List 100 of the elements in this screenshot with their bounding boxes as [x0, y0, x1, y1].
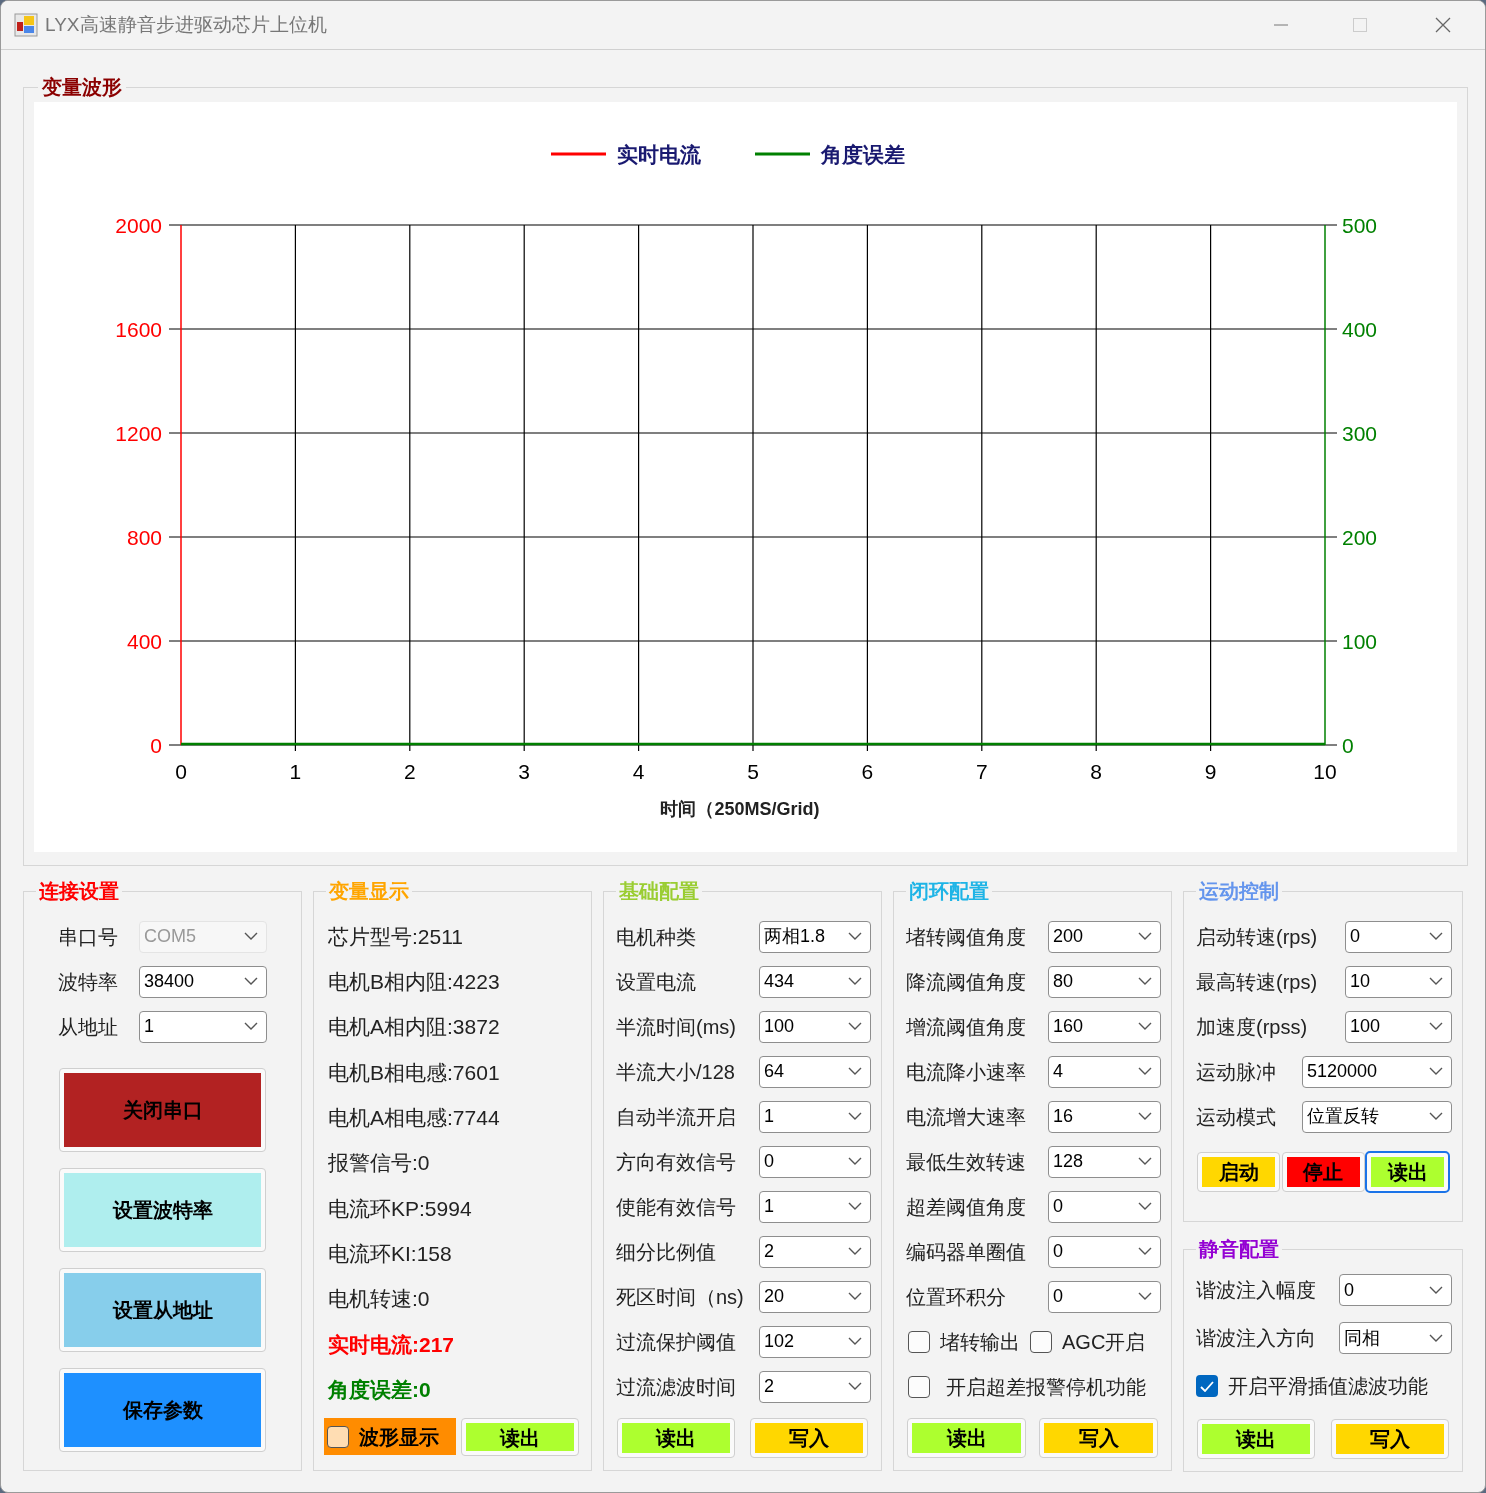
dropdown[interactable]: 102: [759, 1325, 871, 1358]
chevron-icon: [1138, 1022, 1152, 1031]
dropdown[interactable]: 1: [139, 1010, 267, 1043]
chevron-icon: [848, 1022, 862, 1031]
chevron-icon: [244, 932, 258, 941]
field-label: 编码器单圈值: [906, 1239, 1026, 1265]
group-title: 闭环配置: [908, 879, 990, 904]
dropdown[interactable]: 160: [1048, 1010, 1161, 1043]
chevron-icon: [1429, 1112, 1443, 1121]
checkbox[interactable]: [908, 1375, 930, 1398]
dropdown[interactable]: 0: [1339, 1274, 1452, 1306]
dropdown[interactable]: 128: [1048, 1145, 1161, 1178]
dropdown[interactable]: 4: [1048, 1055, 1161, 1088]
chevron-icon: [848, 977, 862, 986]
variable-reading: 电机A相内阻:3872: [328, 1014, 501, 1041]
variable-reading: 角度误差:0: [328, 1376, 432, 1403]
checkbox[interactable]: [327, 1425, 349, 1448]
variable-reading: 电机B相电感:7601: [328, 1059, 501, 1086]
button[interactable]: 写入: [1040, 1419, 1157, 1457]
axis-label: 9: [1204, 760, 1217, 783]
button[interactable]: 读出: [618, 1419, 734, 1457]
dropdown[interactable]: 16: [1048, 1100, 1161, 1133]
legend-swatch: [551, 152, 606, 156]
axis-label: 2: [403, 760, 416, 783]
field-label: 谐波注入幅度: [1196, 1278, 1316, 1303]
button[interactable]: 读出: [462, 1418, 578, 1455]
chevron-icon: [1138, 1247, 1152, 1256]
checkbox[interactable]: [1196, 1375, 1218, 1397]
checkbox[interactable]: [908, 1330, 930, 1353]
field-label: 细分比例值: [616, 1239, 716, 1265]
button[interactable]: 启动: [1198, 1153, 1279, 1191]
dropdown[interactable]: 0: [1345, 920, 1452, 953]
button[interactable]: 读出: [1367, 1153, 1448, 1191]
button[interactable]: 写入: [1332, 1420, 1448, 1458]
button[interactable]: 设置从地址: [60, 1269, 265, 1351]
dropdown[interactable]: 20: [759, 1280, 871, 1313]
field-label: 启动转速(rps): [1196, 924, 1318, 950]
button[interactable]: 设置波特率: [60, 1169, 265, 1251]
field-label: 半流大小/128: [616, 1059, 735, 1085]
group-title: 运动控制: [1198, 879, 1280, 904]
dropdown[interactable]: 0: [759, 1145, 871, 1178]
dropdown[interactable]: 5120000: [1302, 1055, 1452, 1088]
chevron-icon: [1138, 1202, 1152, 1211]
axis-label: 1: [289, 760, 302, 783]
chevron-icon: [244, 977, 258, 986]
maximize-icon: [1353, 18, 1367, 32]
dropdown[interactable]: 0: [1048, 1280, 1161, 1313]
dropdown[interactable]: 2: [759, 1235, 871, 1268]
button[interactable]: 读出: [1198, 1420, 1314, 1458]
checkbox-label: AGC开启: [1062, 1329, 1146, 1355]
field-label: 使能有效信号: [616, 1194, 736, 1220]
dropdown[interactable]: 200: [1048, 920, 1161, 953]
field-label: 电流降小速率: [906, 1059, 1026, 1085]
axis-label: 6: [861, 760, 874, 783]
dropdown[interactable]: 两相1.8: [759, 920, 871, 953]
button[interactable]: 停止: [1282, 1153, 1364, 1191]
dropdown[interactable]: 100: [1345, 1010, 1452, 1043]
toggle-panel[interactable]: 波形显示: [324, 1418, 456, 1456]
field-label: 位置环积分: [906, 1284, 1006, 1310]
axis-label: 500: [1342, 214, 1378, 237]
variable-reading: 芯片型号:2511: [328, 923, 464, 950]
dropdown[interactable]: 100: [759, 1010, 871, 1043]
checkbox[interactable]: [1030, 1330, 1052, 1353]
axis-label: 4: [632, 760, 645, 783]
axis-label: 7: [975, 760, 988, 783]
axis-label: 400: [126, 630, 162, 653]
dropdown[interactable]: 434: [759, 965, 871, 998]
axis-title: 时间（250MS/Grid): [660, 799, 820, 819]
chevron-icon: [1429, 1067, 1443, 1076]
field-label: 降流阈值角度: [906, 969, 1026, 995]
dropdown[interactable]: 10: [1345, 965, 1452, 998]
group-title: 基础配置: [618, 879, 700, 904]
variable-reading: 电流环KP:5994: [328, 1195, 473, 1222]
chevron-icon: [1138, 932, 1152, 941]
dropdown[interactable]: 64: [759, 1055, 871, 1088]
dropdown[interactable]: 0: [1048, 1190, 1161, 1223]
dropdown[interactable]: 0: [1048, 1235, 1161, 1268]
app-icon: [14, 13, 38, 37]
dropdown[interactable]: 1: [759, 1100, 871, 1133]
dropdown[interactable]: 2: [759, 1370, 871, 1403]
close-icon[interactable]: [1435, 17, 1451, 33]
axis-label: 400: [1342, 318, 1378, 341]
field-label: 超差阈值角度: [906, 1194, 1026, 1220]
dropdown[interactable]: 38400: [139, 965, 267, 998]
dropdown[interactable]: 位置反转: [1302, 1100, 1452, 1133]
legend-label: 角度误差: [821, 143, 905, 166]
axis-label: 0: [175, 760, 187, 783]
axis-label: 100: [1342, 630, 1378, 653]
chevron-icon: [1138, 977, 1152, 986]
button[interactable]: 读出: [908, 1419, 1025, 1457]
button[interactable]: 保存参数: [60, 1369, 265, 1451]
group-title: 变量波形: [41, 75, 123, 100]
chevron-icon: [848, 1157, 862, 1166]
dropdown[interactable]: 同相: [1339, 1322, 1452, 1354]
field-label: 设置电流: [616, 969, 696, 995]
dropdown[interactable]: 1: [759, 1190, 871, 1223]
button[interactable]: 写入: [751, 1419, 867, 1457]
field-label: 堵转阈值角度: [906, 924, 1026, 950]
dropdown[interactable]: 80: [1048, 965, 1161, 998]
field-label: 最低生效转速: [906, 1149, 1026, 1175]
